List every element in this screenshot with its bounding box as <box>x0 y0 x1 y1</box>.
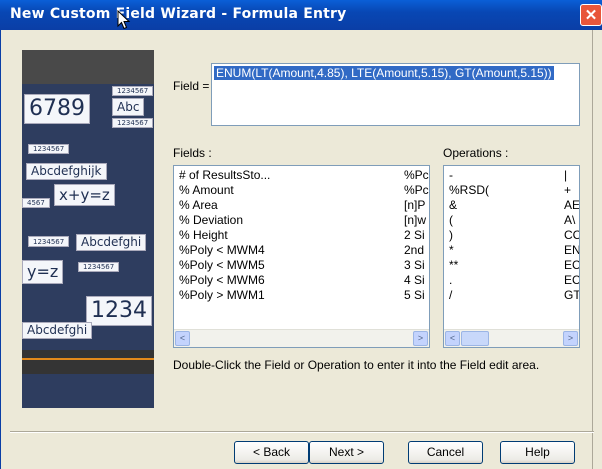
banner-text: 1234567 <box>78 262 120 272</box>
list-item[interactable]: & AE <box>444 198 579 213</box>
banner-text: x+y=z <box>54 184 115 206</box>
window-title: New Custom Field Wizard - Formula Entry <box>10 6 347 22</box>
scroll-right-button[interactable]: > <box>413 331 428 346</box>
banner-text: Abcdefghijk <box>26 163 107 180</box>
banner-text: y=z <box>22 260 64 284</box>
close-button[interactable]: ✕ <box>580 4 602 26</box>
banner-text: 1234567 <box>112 118 154 128</box>
title-bar[interactable]: New Custom Field Wizard - Formula Entry … <box>0 0 602 30</box>
scroll-right-button[interactable]: > <box>563 331 578 346</box>
mouse-cursor-icon <box>117 10 131 30</box>
cancel-button[interactable]: Cancel <box>408 441 483 464</box>
banner-text: 1234 <box>86 296 152 326</box>
next-button[interactable]: Next > <box>309 441 384 464</box>
banner-bottom-strip <box>22 350 154 374</box>
list-item[interactable]: % Amount %Pc <box>174 183 429 198</box>
list-item[interactable]: * EN <box>444 243 579 258</box>
banner-text: 1234567 <box>28 236 70 247</box>
scroll-left-button[interactable]: < <box>445 331 460 346</box>
back-button[interactable]: < Back <box>234 441 309 464</box>
scroll-left-button[interactable]: < <box>175 331 190 346</box>
list-item[interactable]: % Deviation [n]w <box>174 213 429 228</box>
list-item[interactable]: . EC <box>444 273 579 288</box>
banner-text: 4567 <box>22 198 50 208</box>
list-item[interactable]: - | <box>444 168 579 183</box>
field-edit-area[interactable]: ENUM(LT(Amount,4.85), LTE(Amount,5.15), … <box>211 63 580 126</box>
fields-horizontal-scrollbar[interactable]: < > <box>174 329 429 347</box>
list-item[interactable]: %Poly < MWM4 2nd <box>174 243 429 258</box>
operations-label: Operations : <box>443 146 509 160</box>
banner-text: 1234567 <box>28 144 70 154</box>
field-formula-text[interactable]: ENUM(LT(Amount,4.85), LTE(Amount,5.15), … <box>214 66 554 80</box>
banner-text: 1234567 <box>112 86 154 96</box>
operations-list[interactable]: - | %RSD(+ & AE (A\ ) CC * EN ** EC . EC / GT <… <box>443 165 580 348</box>
instruction-text: Double-Click the Field or Operation to e… <box>173 358 540 372</box>
fields-label: Fields : <box>173 146 212 160</box>
banner-accent-line <box>22 358 154 360</box>
scroll-thumb[interactable] <box>461 331 489 346</box>
button-separator <box>10 431 594 433</box>
list-item[interactable]: %RSD(+ <box>444 183 579 198</box>
help-button[interactable]: Help <box>500 441 575 464</box>
banner-text: 6789 <box>24 94 90 124</box>
list-item[interactable]: % Height 2 Si <box>174 228 429 243</box>
list-item[interactable]: %Poly > MWM1 5 Si <box>174 288 429 303</box>
banner-top-strip <box>22 50 154 84</box>
banner-text: Abcdefghi <box>76 234 147 251</box>
list-item[interactable]: (A\ <box>444 213 579 228</box>
window-right-edge <box>592 30 602 469</box>
list-item[interactable]: / GT <box>444 288 579 303</box>
banner-text: Abc <box>112 98 145 116</box>
operations-horizontal-scrollbar[interactable]: < > <box>444 329 579 347</box>
list-item[interactable]: %Poly < MWM5 3 Si <box>174 258 429 273</box>
wizard-banner-image: 1234567 6789 Abc 1234567 1234567 Abcdefg… <box>22 50 154 408</box>
list-item[interactable]: # of ResultsSto... %Pc <box>174 168 429 183</box>
banner-text: Abcdefghi <box>22 322 93 339</box>
field-label: Field = <box>173 79 210 93</box>
list-item[interactable]: ** EC <box>444 258 579 273</box>
fields-list[interactable]: # of ResultsSto... %Pc % Amount %Pc % Area… <box>173 165 430 348</box>
list-item[interactable]: % Area [n]P <box>174 198 429 213</box>
list-item[interactable]: %Poly < MWM6 4 Si <box>174 273 429 288</box>
list-item[interactable]: ) CC <box>444 228 579 243</box>
